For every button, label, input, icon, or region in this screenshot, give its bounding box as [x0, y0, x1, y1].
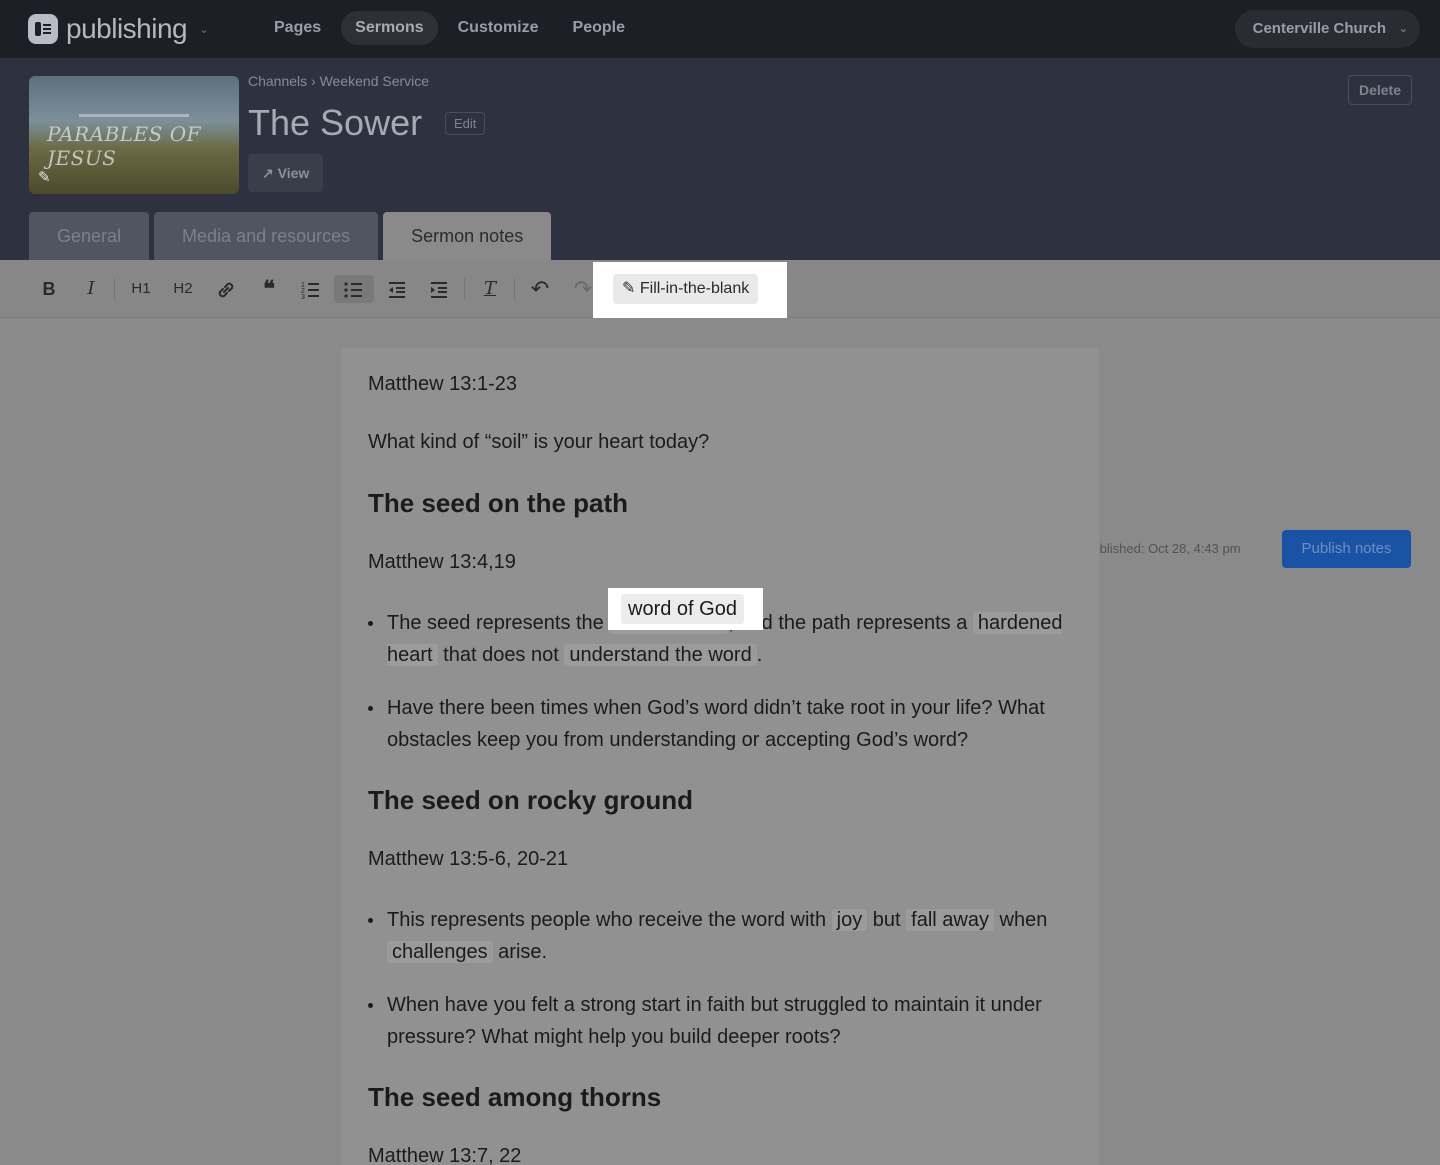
delete-button[interactable]: Delete — [1347, 75, 1412, 105]
bullet-list-icon[interactable] — [334, 275, 374, 303]
nav-item-sermons[interactable]: Sermons — [341, 11, 438, 45]
list-item: When have you felt a strong start in fai… — [368, 989, 1093, 1053]
thumbnail-title: PARABLES OF JESUS — [47, 122, 201, 170]
main-nav: Pages Sermons Customize People — [260, 11, 639, 45]
text-run: . — [756, 644, 763, 666]
tab-general[interactable]: General — [29, 212, 150, 260]
pencil-icon[interactable]: ✎ — [38, 168, 51, 186]
thumbnail-subtitle-line — [79, 114, 189, 117]
toolbar-divider — [114, 278, 115, 300]
text-run: This represents people who receive the w… — [387, 909, 832, 931]
text-run: that does not — [437, 644, 565, 666]
blank-word[interactable]: challenges — [387, 941, 493, 963]
text-run: but — [867, 909, 907, 931]
section-heading: The seed on the path — [368, 488, 629, 518]
section-heading: The seed on rocky ground — [368, 785, 694, 815]
publishing-logo-icon — [28, 14, 58, 44]
app-logo[interactable]: publishing ⌄ — [28, 13, 209, 45]
fill-in-the-blank-label: Fill-in-the-blank — [639, 280, 750, 297]
outdent-icon[interactable] — [382, 275, 412, 303]
chevron-down-icon: ⌄ — [199, 22, 210, 36]
link-icon[interactable] — [211, 275, 241, 303]
page-title: The Sower — [248, 102, 423, 143]
top-nav: publishing ⌄ Pages Sermons Customize Peo… — [0, 0, 1440, 58]
app-name: publishing — [66, 13, 188, 44]
scripture-reference: Matthew 13:5-6, 20-21 — [368, 848, 569, 870]
view-button[interactable]: ↗ View — [248, 154, 324, 192]
breadcrumb[interactable]: Channels › Weekend Service — [248, 73, 429, 89]
scripture-reference: Matthew 13:4,19 — [368, 551, 516, 573]
nav-item-customize[interactable]: Customize — [444, 11, 553, 45]
blank-word-highlight: word of God — [608, 588, 763, 630]
sermon-thumbnail[interactable]: PARABLES OF JESUS ✎ — [29, 76, 239, 194]
opening-question: What kind of “soil” is your heart today? — [368, 431, 710, 453]
sermon-tabs: General Media and resources Sermon notes — [29, 212, 552, 260]
bullet-list: This represents people who receive the w… — [368, 904, 1093, 1053]
svg-text:3: 3 — [301, 294, 305, 301]
edit-title-button[interactable]: Edit — [445, 112, 486, 135]
text-run: , and the path represents a — [728, 612, 973, 634]
indent-icon[interactable] — [424, 275, 454, 303]
editor-content[interactable]: Matthew 13:1-23 What kind of “soil” is y… — [368, 371, 1093, 1165]
h1-button[interactable]: H1 — [126, 275, 156, 303]
fill-in-the-blank-button[interactable]: ✎ Fill-in-the-blank — [613, 274, 759, 304]
toolbar-divider — [514, 278, 515, 300]
blank-word[interactable]: fall away — [906, 909, 994, 931]
h2-button[interactable]: H2 — [168, 275, 198, 303]
nav-item-people[interactable]: People — [559, 11, 639, 45]
scripture-reference: Matthew 13:7, 22 — [368, 1145, 522, 1165]
nav-item-pages[interactable]: Pages — [260, 11, 335, 45]
text-run: arise. — [492, 941, 548, 963]
view-label: View — [277, 165, 310, 181]
text-run: The seed represents the — [387, 612, 610, 634]
blockquote-icon[interactable]: ❝ — [254, 275, 284, 303]
publish-notes-button[interactable]: Publish notes — [1282, 530, 1411, 568]
external-link-icon: ↗ — [262, 165, 274, 181]
undo-icon[interactable]: ↶ — [525, 275, 555, 303]
org-name: Centerville Church — [1252, 20, 1386, 37]
list-item: Have there been times when God’s word di… — [368, 692, 1093, 756]
org-switcher[interactable]: Centerville Church ⌄ — [1234, 10, 1420, 48]
clear-format-icon[interactable]: T — [475, 275, 505, 303]
sermon-header: PARABLES OF JESUS ✎ Channels › Weekend S… — [0, 58, 1440, 260]
ordered-list-icon[interactable]: 123 — [296, 275, 326, 303]
list-item: This represents people who receive the w… — [368, 904, 1093, 968]
blank-word[interactable]: joy — [831, 909, 868, 931]
section-heading: The seed among thorns — [368, 1082, 662, 1112]
italic-button[interactable]: I — [76, 275, 106, 303]
scripture-reference: Matthew 13:1-23 — [368, 373, 517, 395]
chevron-down-icon: ⌄ — [1398, 23, 1408, 35]
text-run: when — [993, 909, 1048, 931]
bold-button[interactable]: B — [34, 275, 64, 303]
toolbar-divider — [464, 278, 465, 300]
tab-sermon-notes[interactable]: Sermon notes — [383, 212, 552, 260]
sermon-notes-editor[interactable]: Matthew 13:1-23 What kind of “soil” is y… — [341, 348, 1099, 1165]
blank-word[interactable]: understand the word — [564, 644, 757, 666]
highlighted-blank-word[interactable]: word of God — [621, 594, 744, 624]
tab-media-and-resources[interactable]: Media and resources — [154, 212, 379, 260]
pencil-icon: ✎ — [622, 280, 636, 297]
